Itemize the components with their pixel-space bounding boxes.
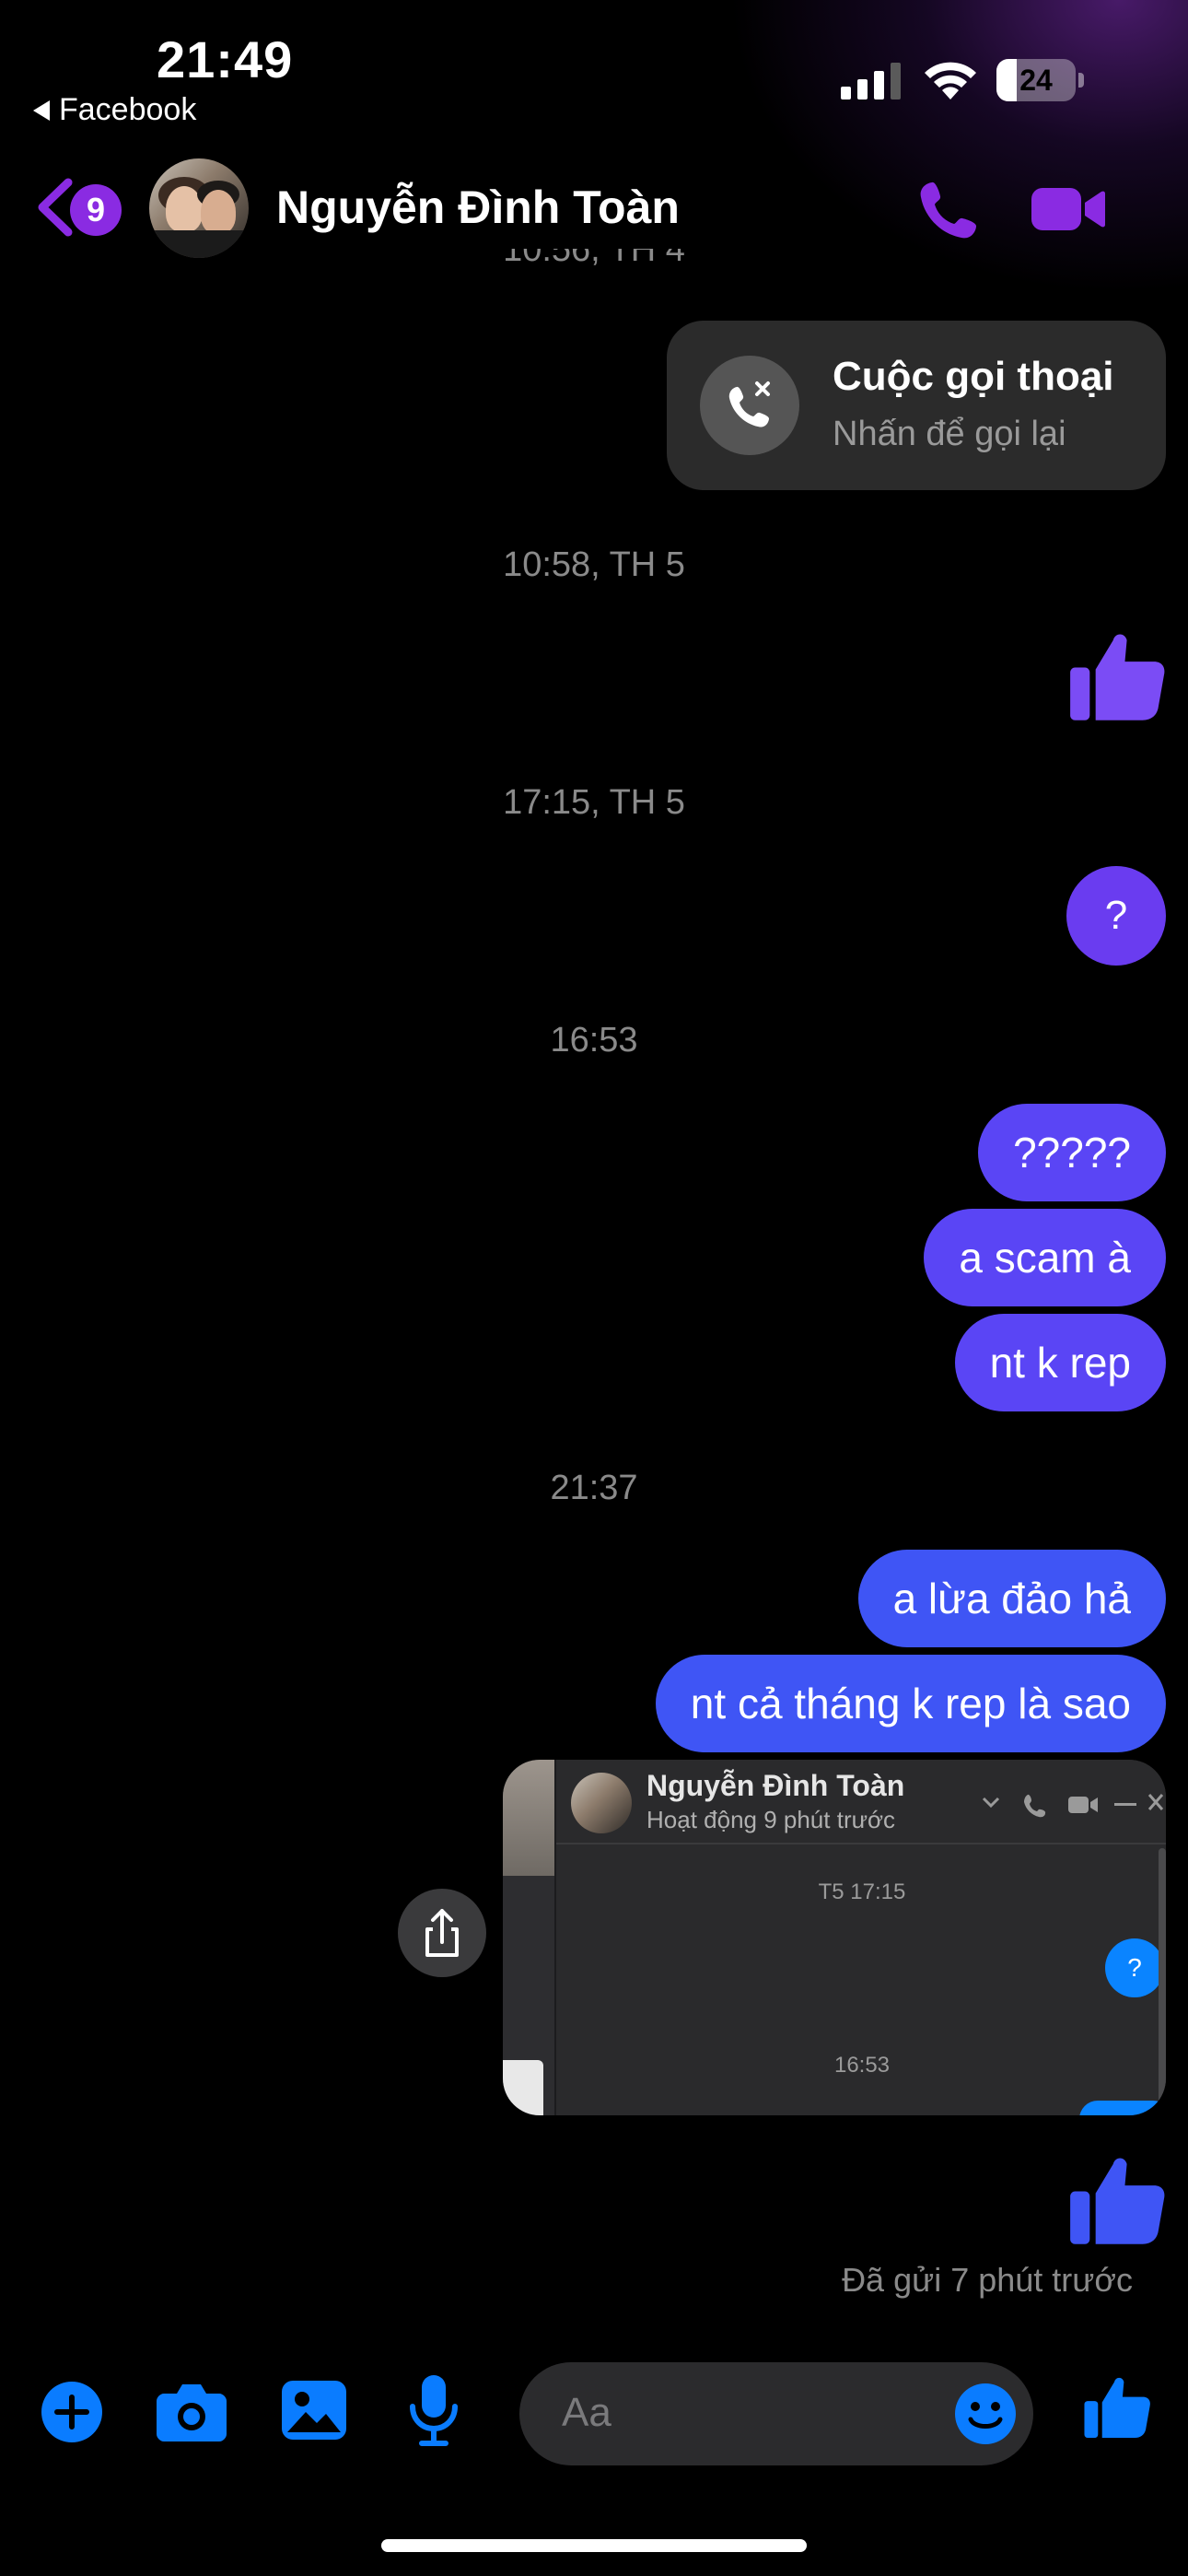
emoji-icon[interactable]: [954, 2383, 1017, 2445]
back-app-label: Facebook: [59, 92, 197, 127]
message-bubble[interactable]: ?: [1066, 866, 1166, 966]
clipped-timestamp: 10:56, TH 4: [503, 249, 685, 269]
share-button[interactable]: [398, 1889, 486, 1977]
microphone-icon[interactable]: [409, 2375, 459, 2449]
screenshot-contact-name: Nguyễn Đình Toàn: [646, 1769, 905, 1802]
screenshot-message-bubble: [1079, 2101, 1166, 2115]
timestamp: 17:15, TH 5: [503, 783, 685, 822]
phone-call-icon[interactable]: [917, 179, 980, 241]
home-indicator[interactable]: [381, 2539, 807, 2552]
battery-indicator: 24: [996, 59, 1085, 101]
screenshot-timestamp: 16:53: [833, 2053, 891, 2078]
timestamp: 21:37: [550, 1469, 638, 1507]
contact-name[interactable]: Nguyễn Đình Toàn: [276, 181, 680, 234]
wifi-icon: [925, 62, 976, 100]
message-bubble[interactable]: nt k rep: [954, 1314, 1166, 1411]
cellular-signal-icon: [841, 63, 901, 100]
timestamp: 10:58, TH 5: [503, 545, 685, 584]
missed-call-icon: [700, 356, 799, 455]
message-bubble[interactable]: nt cả tháng k rep là sao: [655, 1655, 1166, 1752]
call-card-title: Cuộc gọi thoại: [833, 354, 1114, 399]
sent-status: Đã gửi 7 phút trước: [842, 2261, 1133, 2299]
status-time: 21:49: [157, 30, 294, 88]
message-input-placeholder: Aa: [562, 2390, 611, 2435]
screenshot-timestamp: T5 17:15: [818, 1879, 906, 1904]
message-bubble[interactable]: ?????: [978, 1104, 1166, 1201]
plus-icon[interactable]: [41, 2381, 103, 2443]
call-card-subtitle: Nhấn để gọi lại: [833, 415, 1066, 453]
back-triangle-icon: [33, 100, 50, 121]
screenshot-message-bubble: ?: [1105, 1938, 1164, 1997]
screenshot-window-controls-icon: [982, 1794, 1164, 1818]
timestamp: 16:53: [550, 1021, 638, 1060]
photo-gallery-icon[interactable]: [282, 2381, 346, 2440]
unread-badge: 9: [70, 184, 122, 236]
share-icon: [425, 1909, 459, 1957]
status-bar: 21:49 Facebook 24: [0, 0, 1188, 295]
like-thumb-icon: [1070, 2158, 1165, 2244]
camera-icon[interactable]: [157, 2381, 227, 2441]
avatar[interactable]: [149, 158, 249, 258]
back-to-app-link[interactable]: Facebook: [33, 92, 196, 128]
missed-call-card[interactable]: Cuộc gọi thoại Nhấn để gọi lại: [667, 321, 1166, 490]
video-call-icon[interactable]: [1031, 184, 1105, 234]
message-bubble[interactable]: a lừa đảo hả: [857, 1550, 1166, 1647]
avatar: [571, 1773, 632, 1833]
screenshot-image-message[interactable]: Nguyễn Đình Toàn Hoạt động 9 phút trước …: [503, 1760, 1166, 2115]
message-input[interactable]: Aa: [519, 2362, 1033, 2465]
like-button-icon[interactable]: [1083, 2371, 1151, 2441]
screenshot-scrollbar: [1159, 1848, 1166, 2115]
screenshot-active-status: Hoạt động 9 phút trước: [646, 1806, 896, 1833]
message-bubble[interactable]: a scam à: [924, 1209, 1166, 1306]
message-composer: Aa: [0, 2353, 1188, 2473]
battery-level: 24: [1019, 64, 1053, 97]
like-thumb-icon: [1070, 634, 1165, 720]
